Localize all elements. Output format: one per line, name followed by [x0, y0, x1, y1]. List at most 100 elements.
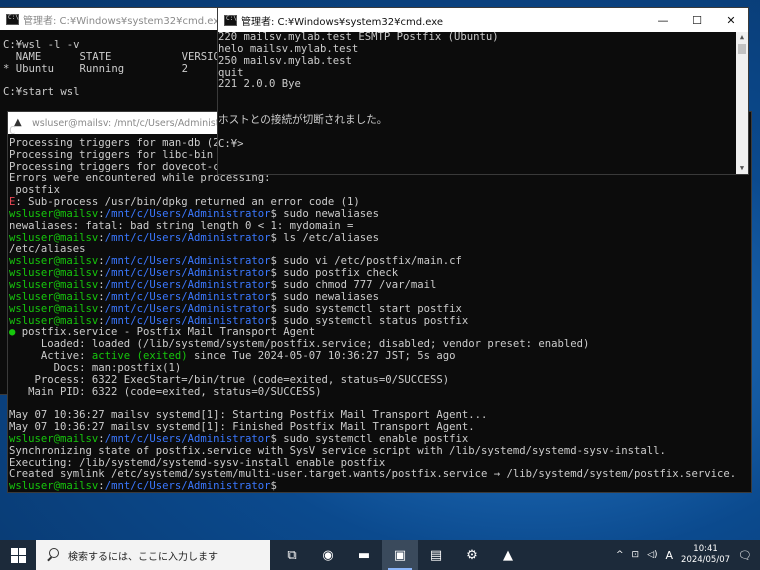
scrollbar-thumb[interactable]: [738, 44, 746, 54]
terminal-text: ホストとの接続が切断されました。: [218, 113, 388, 126]
terminal-text: wsluser@mailsv: [9, 255, 99, 268]
terminal-text: Docs: man:postfix(1): [9, 361, 182, 374]
settings-icon: ⚙: [466, 547, 478, 563]
terminal-line: wsluser@mailsv:/mnt/c/Users/Administrato…: [9, 480, 751, 492]
terminal-text: 220 mailsv.mylab.test ESMTP Postfix (Ubu…: [218, 32, 499, 43]
terminal-text: Processing triggers for dovecot-cor: [9, 160, 233, 173]
terminal-text: postfix.service - Postfix Mail Transport…: [15, 326, 316, 339]
network-icon[interactable]: ⊡: [632, 550, 640, 560]
cmd-window-back-titlebar[interactable]: 管理者: C:¥Windows¥system32¥cmd.exe: [0, 8, 218, 30]
close-button[interactable]: ✕: [714, 9, 748, 31]
scroll-up-icon[interactable]: ▲: [736, 32, 748, 43]
server-manager-taskbar-button[interactable]: ▤: [418, 540, 454, 570]
terminal-text: wsluser@mailsv: [9, 432, 99, 445]
scroll-down-icon[interactable]: ▼: [736, 163, 748, 174]
edge-icon: ◉: [322, 547, 334, 563]
terminal-text: $ sudo systemctl enable postfix: [270, 432, 469, 445]
cmd-taskbar-button[interactable]: ▣: [382, 540, 418, 570]
settings-taskbar-button[interactable]: ⚙: [454, 540, 490, 570]
file-explorer-taskbar-button[interactable]: ▬: [346, 540, 382, 570]
terminal-text: /mnt/c/Users/Administrator: [104, 314, 271, 327]
search-placeholder: 検索するには、ここに入力します: [68, 551, 218, 563]
cmd-window-front[interactable]: 管理者: C:¥Windows¥system32¥cmd.exe — ☐ ✕ 2…: [218, 8, 748, 174]
terminal-text: C:¥>: [218, 137, 244, 150]
maximize-button[interactable]: ☐: [680, 9, 714, 31]
terminal-text: wsluser@mailsv: [9, 207, 99, 220]
terminal-text: $ sudo vi /etc/postfix/main.cf: [270, 255, 462, 268]
terminal-output[interactable]: 220 mailsv.mylab.test ESMTP Postfix (Ubu…: [218, 32, 736, 174]
taskbar: 検索するには、ここに入力します ⧉ ◉ ▬ ▣ ▤ ⚙ ▲ ^ ⊡ ◁) A 10:41 2…: [0, 540, 760, 570]
edge-taskbar-button[interactable]: ◉: [310, 540, 346, 570]
terminal-text: 250 mailsv.mylab.test: [218, 54, 352, 67]
terminal-text: Process: 6322 ExecStart=/bin/true (code=…: [9, 373, 450, 386]
terminal-text: Errors were encountered while processing…: [9, 172, 271, 185]
terminal-line: C:¥>: [218, 137, 736, 151]
terminal-text: /etc/aliases: [9, 243, 86, 256]
terminal-text: wsluser@mailsv: [9, 302, 99, 315]
terminal-text: postfix: [9, 184, 61, 197]
clock-time: 10:41: [693, 544, 718, 554]
terminal-text: /mnt/c/Users/Administrator: [104, 290, 271, 303]
clock[interactable]: 10:41 2024/05/07: [681, 544, 730, 566]
terminal-text: newaliases: fatal: bad string length 0 <…: [9, 219, 354, 232]
terminal-text: C:¥start wsl: [3, 86, 80, 99]
terminal-text: C: [9, 126, 16, 137]
terminal-text: Processing triggers for libc-bin (2: [9, 148, 233, 161]
terminal-line: C:¥start wsl: [3, 86, 218, 99]
window-title: 管理者: C:¥Windows¥system32¥cmd.exe: [23, 15, 218, 27]
ubuntu-terminal-taskbar-button[interactable]: ▲: [490, 540, 526, 570]
terminal-line: * Ubuntu Running 2: [3, 63, 218, 76]
terminal-text: active (exited): [91, 350, 188, 363]
terminal-line: Errors were encountered while processing…: [9, 172, 751, 185]
cmd-icon: [6, 13, 19, 25]
notification-icon[interactable]: 🗨: [738, 549, 752, 562]
terminal-text: /mnt/c/Users/Administrator: [104, 207, 271, 220]
task-view-taskbar-button[interactable]: ⧉: [274, 540, 310, 570]
terminal-text: $ ls /etc/aliases: [270, 231, 379, 244]
terminal-line: ホストとの接続が切断されました。: [218, 113, 736, 127]
terminal-text: NAME STATE VERSION: [3, 50, 218, 63]
file-explorer-icon: ▬: [357, 547, 371, 563]
terminal-text: wsluser@mailsv: [9, 290, 99, 303]
terminal-text: wsluser@mailsv: [9, 231, 99, 244]
search-box[interactable]: 検索するには、ここに入力します: [36, 540, 270, 570]
terminal-output[interactable]: C Processing triggers for man-db (2.1 Proc…: [8, 126, 751, 492]
tray-chevron-icon[interactable]: ^: [616, 550, 624, 560]
terminal-line: Main PID: 6322 (code=exited, status=0/SU…: [9, 386, 751, 399]
terminal-line: wsluser@mailsv:/mnt/c/Users/Administrato…: [9, 231, 751, 245]
terminal-text: $ sudo newaliases: [270, 207, 379, 220]
terminal-text: /mnt/c/Users/Administrator: [104, 480, 271, 492]
terminal-text: Active:: [9, 350, 92, 363]
terminal-text: : Sub-process /usr/bin/dpkg returned an …: [15, 196, 360, 209]
terminal-text: Loaded: loaded (/lib/systemd/system/post…: [9, 338, 590, 351]
terminal-text: wsluser@mailsv: [9, 278, 99, 291]
terminal-text: since Tue 2024-05-07 10:36:27 JST; 5s ag…: [187, 350, 456, 363]
terminal-text: wsluser@mailsv: [9, 314, 99, 327]
system-tray: ^ ⊡ ◁) A 10:41 2024/05/07 🗨: [612, 540, 760, 570]
ime-indicator[interactable]: A: [666, 549, 674, 562]
cmd-window-front-titlebar[interactable]: 管理者: C:¥Windows¥system32¥cmd.exe — ☐ ✕: [218, 8, 748, 32]
minimize-button[interactable]: —: [646, 9, 680, 31]
terminal-text: /mnt/c/Users/Administrator: [104, 255, 271, 268]
search-icon: [46, 548, 60, 562]
task-view-icon: ⧉: [287, 547, 297, 563]
terminal-text: wsluser@mailsv: [9, 480, 99, 492]
terminal-text: quit: [218, 66, 244, 79]
volume-icon[interactable]: ◁): [647, 550, 657, 560]
terminal-text: /mnt/c/Users/Administrator: [104, 278, 271, 291]
terminal-text: /mnt/c/Users/Administrator: [104, 302, 271, 315]
terminal-text: /mnt/c/Users/Administrator: [104, 267, 271, 280]
terminal-text: C:¥wsl -l -v: [3, 40, 80, 51]
vertical-scrollbar[interactable]: ▲ ▼: [736, 32, 748, 174]
terminal-text: /mnt/c/Users/Administrator: [104, 432, 271, 445]
cmd-icon: [224, 14, 237, 26]
start-button[interactable]: [0, 540, 36, 570]
windows-logo-icon: [10, 547, 26, 563]
terminal-text: $ sudo postfix check: [270, 267, 399, 280]
server-manager-icon: ▤: [429, 547, 443, 563]
terminal-text: $ sudo systemctl status postfix: [270, 314, 469, 327]
terminal-text: Executing: /lib/systemd/systemd-sysv-ins…: [9, 456, 386, 469]
terminal-line: 250 mailsv.mylab.test: [218, 54, 736, 68]
terminal-text: $ sudo systemctl start postfix: [270, 302, 462, 315]
